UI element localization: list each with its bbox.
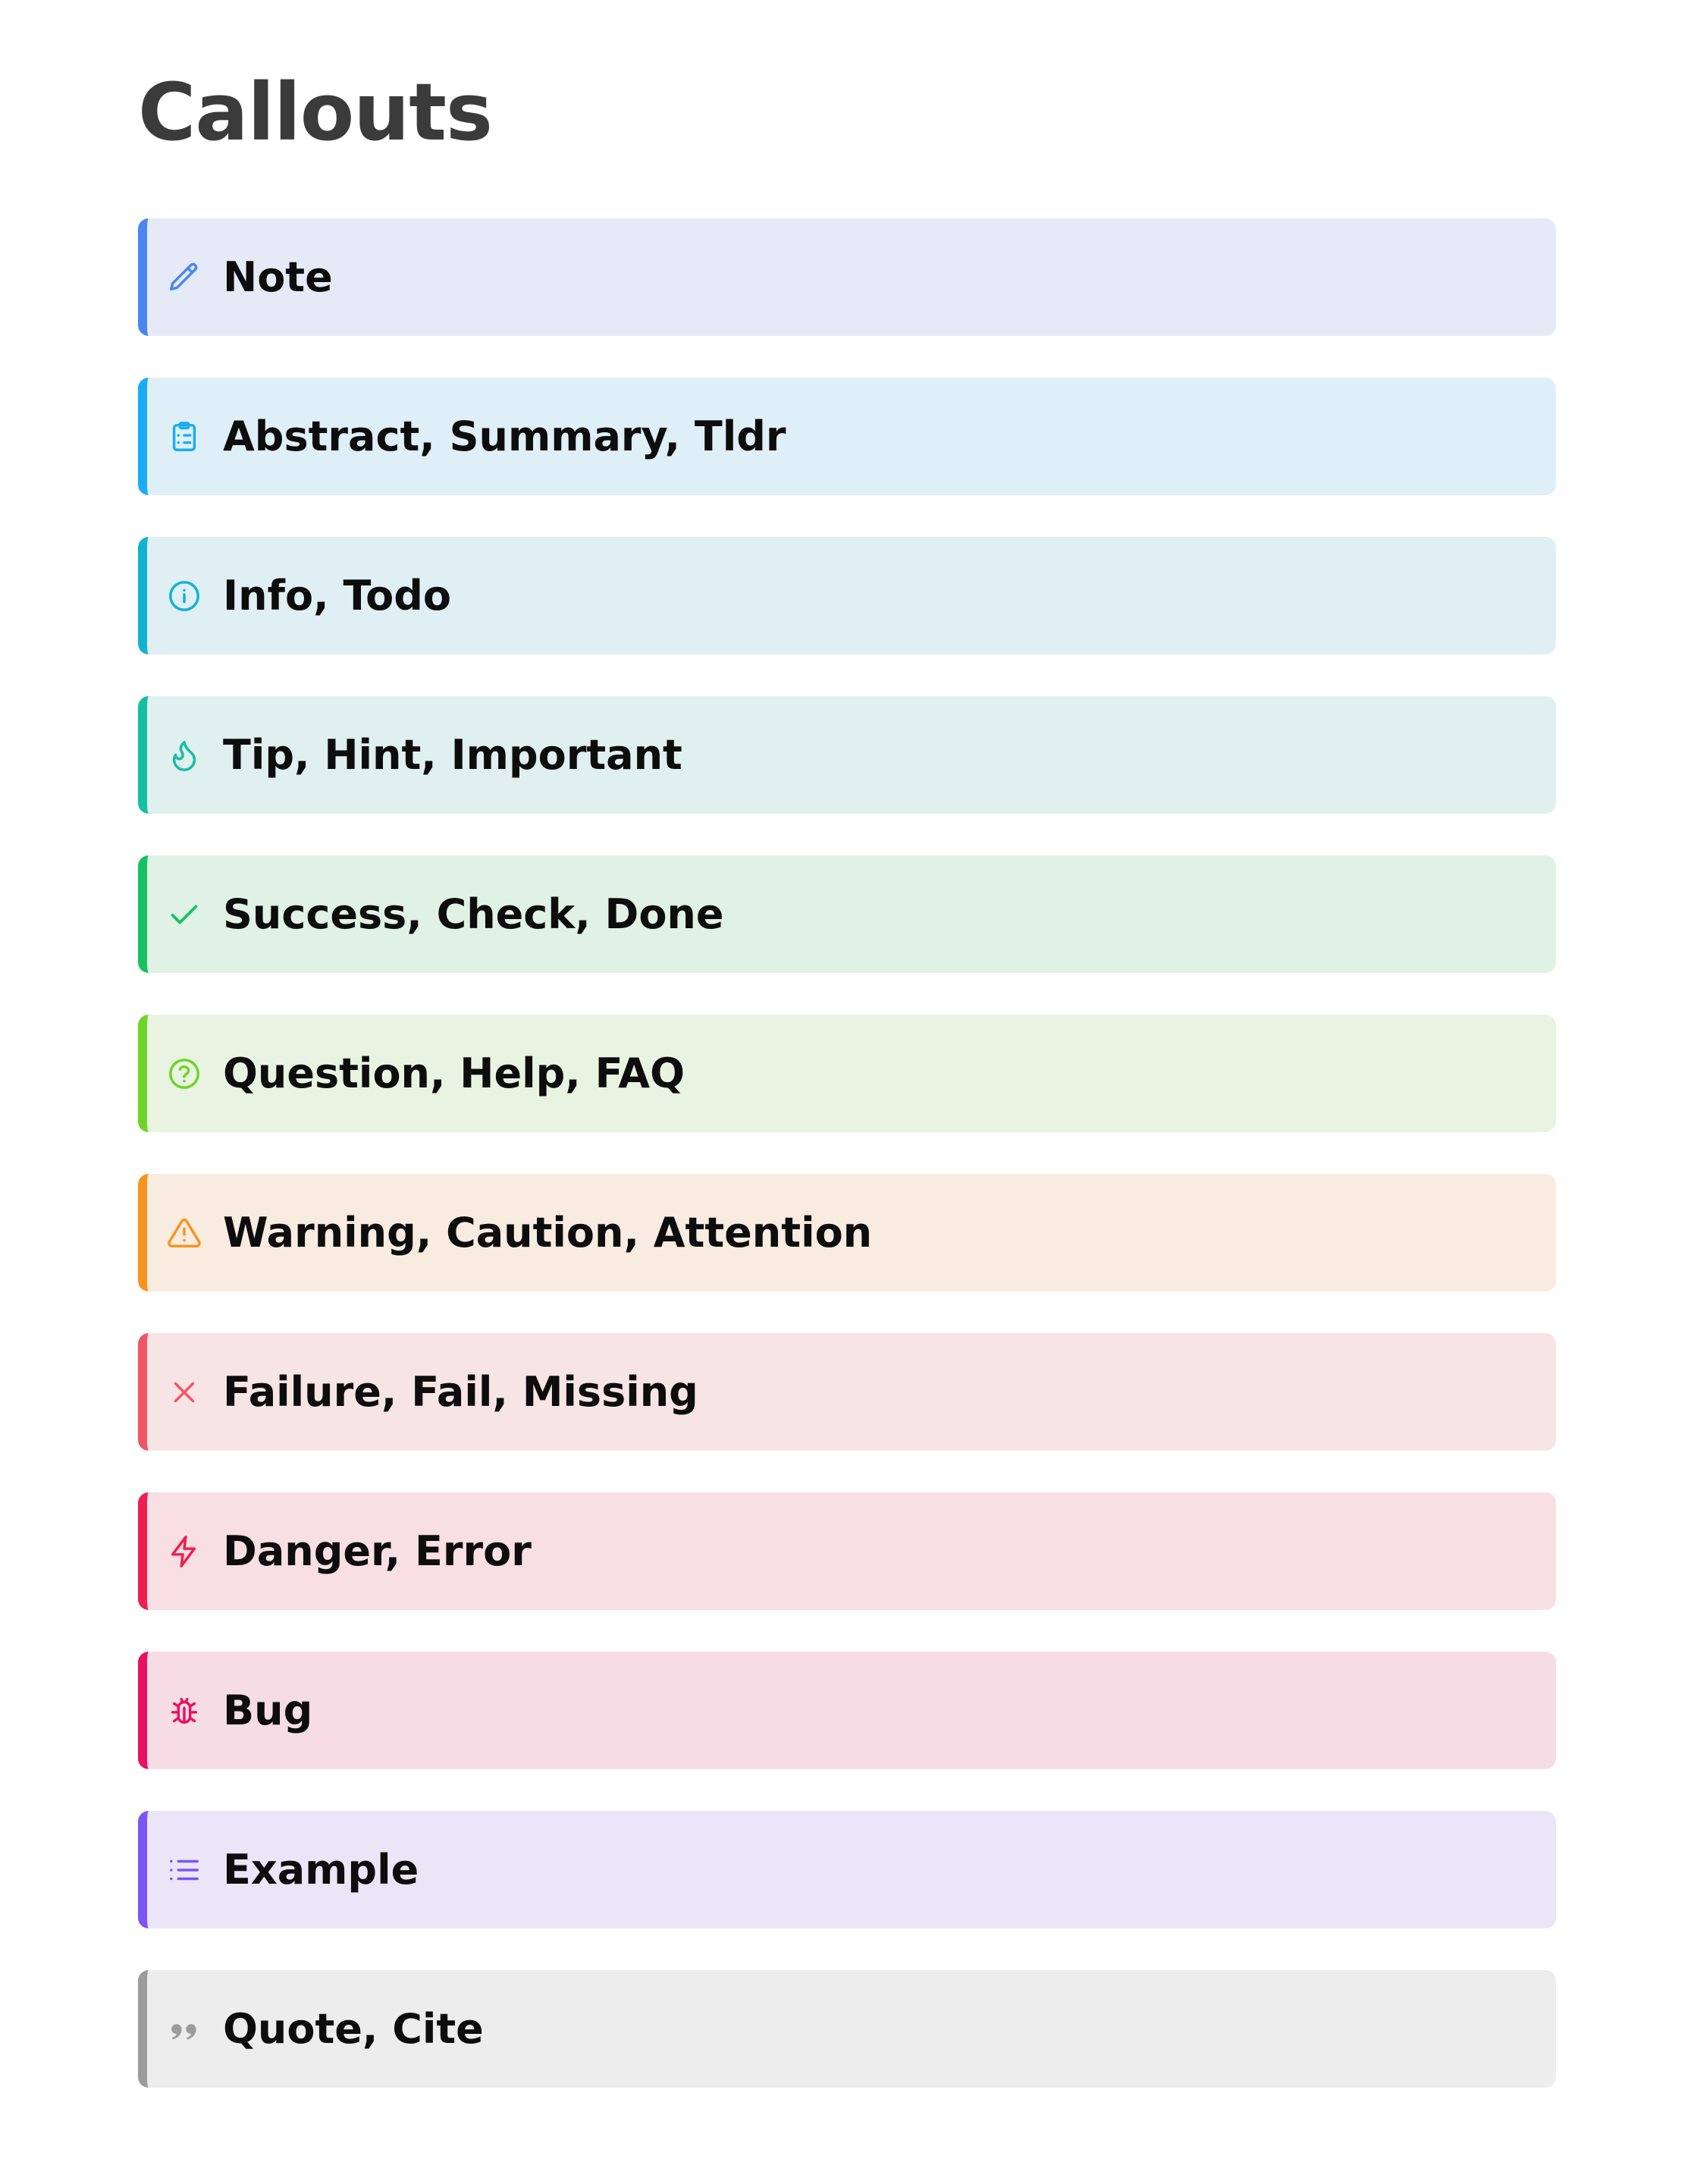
page-title: Callouts bbox=[138, 66, 493, 158]
check-icon bbox=[167, 897, 202, 932]
callouts-page: Callouts Note Abstract, Summary, Tldr Info… bbox=[0, 0, 1694, 2184]
pencil-icon bbox=[167, 260, 202, 295]
callout-title: Danger, Error bbox=[223, 1527, 532, 1575]
callout-title: Example bbox=[223, 1845, 419, 1894]
callout-title: Quote, Cite bbox=[223, 2004, 484, 2053]
callout-title: Info, Todo bbox=[223, 571, 451, 620]
callout-question[interactable]: Question, Help, FAQ bbox=[138, 1015, 1556, 1132]
callout-title: Warning, Caution, Attention bbox=[223, 1208, 873, 1257]
callout-bug[interactable]: Bug bbox=[138, 1652, 1556, 1769]
alert-triangle-icon bbox=[167, 1216, 202, 1250]
callout-warning[interactable]: Warning, Caution, Attention bbox=[138, 1174, 1556, 1291]
callout-note[interactable]: Note bbox=[138, 218, 1556, 336]
callout-info[interactable]: Info, Todo bbox=[138, 537, 1556, 654]
clipboard-list-icon bbox=[167, 419, 202, 454]
help-circle-icon bbox=[167, 1056, 202, 1091]
x-icon bbox=[167, 1375, 202, 1410]
callout-tip[interactable]: Tip, Hint, Important bbox=[138, 696, 1556, 814]
info-circle-icon bbox=[167, 579, 202, 613]
callout-example[interactable]: Example bbox=[138, 1811, 1556, 1928]
callout-title: Abstract, Summary, Tldr bbox=[223, 412, 786, 460]
bug-icon bbox=[167, 1693, 202, 1728]
callout-title: Note bbox=[223, 253, 333, 301]
callout-title: Tip, Hint, Important bbox=[223, 730, 682, 779]
zap-icon bbox=[167, 1534, 202, 1569]
quote-icon bbox=[167, 2012, 202, 2047]
callout-title: Success, Check, Done bbox=[223, 890, 724, 938]
callout-failure[interactable]: Failure, Fail, Missing bbox=[138, 1333, 1556, 1451]
callout-success[interactable]: Success, Check, Done bbox=[138, 855, 1556, 973]
callout-list: Note Abstract, Summary, Tldr Info, Todo Tip… bbox=[138, 218, 1556, 2088]
callout-title: Failure, Fail, Missing bbox=[223, 1367, 698, 1416]
callout-title: Question, Help, FAQ bbox=[223, 1049, 685, 1097]
flame-icon bbox=[167, 738, 202, 773]
callout-abstract[interactable]: Abstract, Summary, Tldr bbox=[138, 378, 1556, 495]
list-icon bbox=[167, 1853, 202, 1887]
callout-danger[interactable]: Danger, Error bbox=[138, 1492, 1556, 1610]
callout-quote[interactable]: Quote, Cite bbox=[138, 1970, 1556, 2088]
callout-title: Bug bbox=[223, 1686, 313, 1734]
